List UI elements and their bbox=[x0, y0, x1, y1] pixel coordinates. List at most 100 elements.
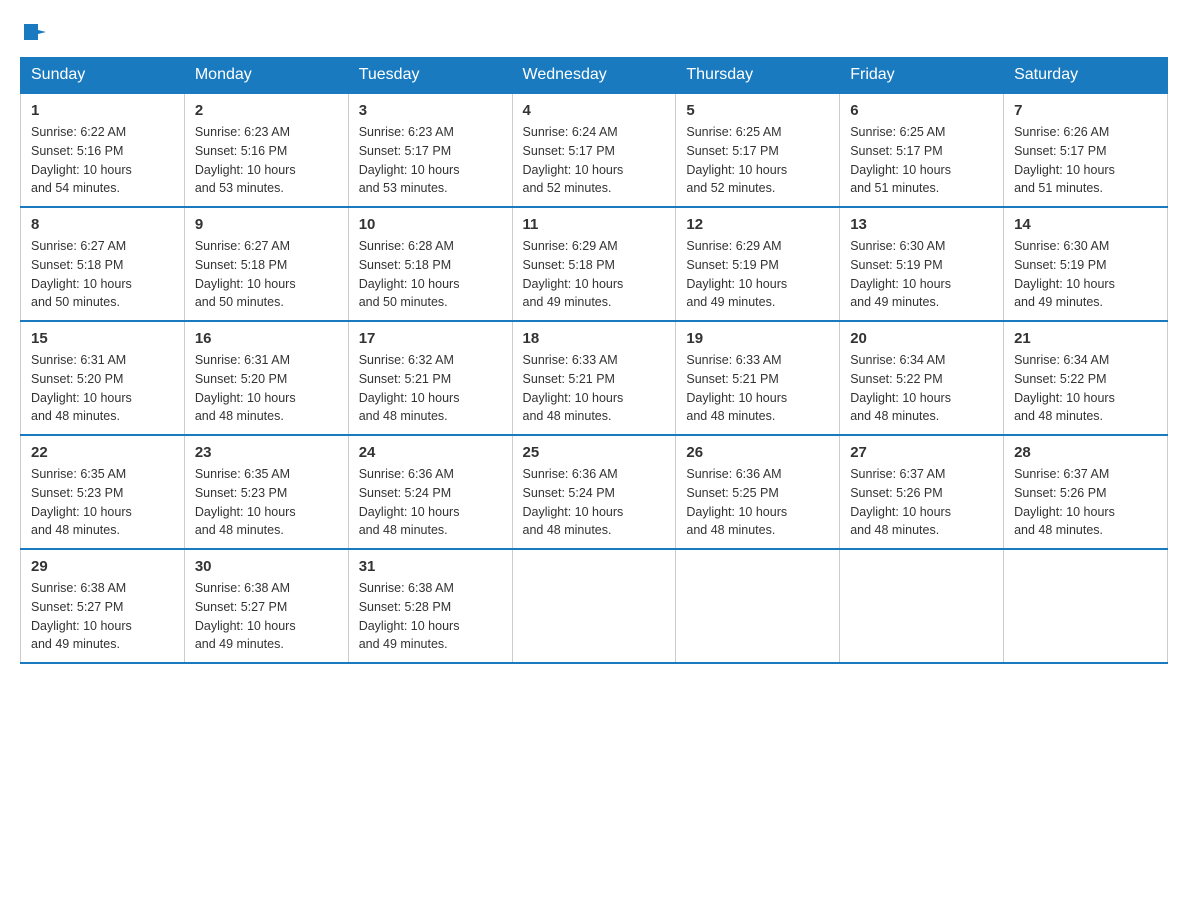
day-info: Sunrise: 6:33 AM Sunset: 5:21 PM Dayligh… bbox=[686, 351, 829, 426]
calendar-table: SundayMondayTuesdayWednesdayThursdayFrid… bbox=[20, 57, 1168, 664]
column-header-thursday: Thursday bbox=[676, 58, 840, 94]
day-info: Sunrise: 6:36 AM Sunset: 5:24 PM Dayligh… bbox=[523, 465, 666, 540]
day-number: 7 bbox=[1014, 102, 1157, 119]
day-info: Sunrise: 6:33 AM Sunset: 5:21 PM Dayligh… bbox=[523, 351, 666, 426]
calendar-cell bbox=[840, 549, 1004, 663]
day-info: Sunrise: 6:35 AM Sunset: 5:23 PM Dayligh… bbox=[31, 465, 174, 540]
calendar-cell: 25 Sunrise: 6:36 AM Sunset: 5:24 PM Dayl… bbox=[512, 435, 676, 549]
day-info: Sunrise: 6:30 AM Sunset: 5:19 PM Dayligh… bbox=[1014, 237, 1157, 312]
day-info: Sunrise: 6:29 AM Sunset: 5:19 PM Dayligh… bbox=[686, 237, 829, 312]
day-info: Sunrise: 6:35 AM Sunset: 5:23 PM Dayligh… bbox=[195, 465, 338, 540]
day-info: Sunrise: 6:29 AM Sunset: 5:18 PM Dayligh… bbox=[523, 237, 666, 312]
calendar-cell bbox=[676, 549, 840, 663]
day-info: Sunrise: 6:34 AM Sunset: 5:22 PM Dayligh… bbox=[1014, 351, 1157, 426]
day-number: 20 bbox=[850, 330, 993, 347]
calendar-cell: 8 Sunrise: 6:27 AM Sunset: 5:18 PM Dayli… bbox=[21, 207, 185, 321]
calendar-cell: 19 Sunrise: 6:33 AM Sunset: 5:21 PM Dayl… bbox=[676, 321, 840, 435]
column-header-tuesday: Tuesday bbox=[348, 58, 512, 94]
calendar-cell: 11 Sunrise: 6:29 AM Sunset: 5:18 PM Dayl… bbox=[512, 207, 676, 321]
column-header-friday: Friday bbox=[840, 58, 1004, 94]
day-number: 18 bbox=[523, 330, 666, 347]
calendar-cell: 6 Sunrise: 6:25 AM Sunset: 5:17 PM Dayli… bbox=[840, 93, 1004, 207]
calendar-cell: 7 Sunrise: 6:26 AM Sunset: 5:17 PM Dayli… bbox=[1004, 93, 1168, 207]
calendar-cell: 28 Sunrise: 6:37 AM Sunset: 5:26 PM Dayl… bbox=[1004, 435, 1168, 549]
day-number: 12 bbox=[686, 216, 829, 233]
day-info: Sunrise: 6:38 AM Sunset: 5:28 PM Dayligh… bbox=[359, 579, 502, 654]
day-number: 13 bbox=[850, 216, 993, 233]
day-number: 2 bbox=[195, 102, 338, 119]
day-number: 5 bbox=[686, 102, 829, 119]
day-number: 23 bbox=[195, 444, 338, 461]
day-number: 17 bbox=[359, 330, 502, 347]
day-info: Sunrise: 6:27 AM Sunset: 5:18 PM Dayligh… bbox=[31, 237, 174, 312]
calendar-cell: 24 Sunrise: 6:36 AM Sunset: 5:24 PM Dayl… bbox=[348, 435, 512, 549]
day-info: Sunrise: 6:25 AM Sunset: 5:17 PM Dayligh… bbox=[850, 123, 993, 198]
day-info: Sunrise: 6:38 AM Sunset: 5:27 PM Dayligh… bbox=[195, 579, 338, 654]
day-number: 30 bbox=[195, 558, 338, 575]
day-info: Sunrise: 6:22 AM Sunset: 5:16 PM Dayligh… bbox=[31, 123, 174, 198]
column-header-sunday: Sunday bbox=[21, 58, 185, 94]
column-header-monday: Monday bbox=[184, 58, 348, 94]
day-number: 22 bbox=[31, 444, 174, 461]
day-number: 27 bbox=[850, 444, 993, 461]
calendar-cell bbox=[512, 549, 676, 663]
calendar-cell: 3 Sunrise: 6:23 AM Sunset: 5:17 PM Dayli… bbox=[348, 93, 512, 207]
day-number: 6 bbox=[850, 102, 993, 119]
column-header-wednesday: Wednesday bbox=[512, 58, 676, 94]
calendar-cell: 26 Sunrise: 6:36 AM Sunset: 5:25 PM Dayl… bbox=[676, 435, 840, 549]
day-number: 11 bbox=[523, 216, 666, 233]
calendar-cell: 31 Sunrise: 6:38 AM Sunset: 5:28 PM Dayl… bbox=[348, 549, 512, 663]
day-number: 28 bbox=[1014, 444, 1157, 461]
day-info: Sunrise: 6:31 AM Sunset: 5:20 PM Dayligh… bbox=[195, 351, 338, 426]
day-number: 31 bbox=[359, 558, 502, 575]
day-number: 14 bbox=[1014, 216, 1157, 233]
calendar-week-row: 15 Sunrise: 6:31 AM Sunset: 5:20 PM Dayl… bbox=[21, 321, 1168, 435]
day-info: Sunrise: 6:30 AM Sunset: 5:19 PM Dayligh… bbox=[850, 237, 993, 312]
calendar-cell: 14 Sunrise: 6:30 AM Sunset: 5:19 PM Dayl… bbox=[1004, 207, 1168, 321]
day-info: Sunrise: 6:25 AM Sunset: 5:17 PM Dayligh… bbox=[686, 123, 829, 198]
day-number: 19 bbox=[686, 330, 829, 347]
calendar-cell: 12 Sunrise: 6:29 AM Sunset: 5:19 PM Dayl… bbox=[676, 207, 840, 321]
calendar-week-row: 22 Sunrise: 6:35 AM Sunset: 5:23 PM Dayl… bbox=[21, 435, 1168, 549]
calendar-week-row: 29 Sunrise: 6:38 AM Sunset: 5:27 PM Dayl… bbox=[21, 549, 1168, 663]
calendar-cell bbox=[1004, 549, 1168, 663]
day-info: Sunrise: 6:38 AM Sunset: 5:27 PM Dayligh… bbox=[31, 579, 174, 654]
day-info: Sunrise: 6:24 AM Sunset: 5:17 PM Dayligh… bbox=[523, 123, 666, 198]
day-number: 15 bbox=[31, 330, 174, 347]
day-info: Sunrise: 6:23 AM Sunset: 5:16 PM Dayligh… bbox=[195, 123, 338, 198]
day-number: 25 bbox=[523, 444, 666, 461]
day-info: Sunrise: 6:34 AM Sunset: 5:22 PM Dayligh… bbox=[850, 351, 993, 426]
calendar-cell: 5 Sunrise: 6:25 AM Sunset: 5:17 PM Dayli… bbox=[676, 93, 840, 207]
day-number: 1 bbox=[31, 102, 174, 119]
calendar-cell: 17 Sunrise: 6:32 AM Sunset: 5:21 PM Dayl… bbox=[348, 321, 512, 435]
day-info: Sunrise: 6:23 AM Sunset: 5:17 PM Dayligh… bbox=[359, 123, 502, 198]
day-number: 16 bbox=[195, 330, 338, 347]
calendar-cell: 22 Sunrise: 6:35 AM Sunset: 5:23 PM Dayl… bbox=[21, 435, 185, 549]
calendar-cell: 29 Sunrise: 6:38 AM Sunset: 5:27 PM Dayl… bbox=[21, 549, 185, 663]
calendar-cell: 15 Sunrise: 6:31 AM Sunset: 5:20 PM Dayl… bbox=[21, 321, 185, 435]
calendar-cell: 30 Sunrise: 6:38 AM Sunset: 5:27 PM Dayl… bbox=[184, 549, 348, 663]
calendar-cell: 2 Sunrise: 6:23 AM Sunset: 5:16 PM Dayli… bbox=[184, 93, 348, 207]
day-info: Sunrise: 6:31 AM Sunset: 5:20 PM Dayligh… bbox=[31, 351, 174, 426]
day-number: 26 bbox=[686, 444, 829, 461]
day-info: Sunrise: 6:37 AM Sunset: 5:26 PM Dayligh… bbox=[850, 465, 993, 540]
day-number: 10 bbox=[359, 216, 502, 233]
calendar-week-row: 8 Sunrise: 6:27 AM Sunset: 5:18 PM Dayli… bbox=[21, 207, 1168, 321]
calendar-cell: 20 Sunrise: 6:34 AM Sunset: 5:22 PM Dayl… bbox=[840, 321, 1004, 435]
day-info: Sunrise: 6:26 AM Sunset: 5:17 PM Dayligh… bbox=[1014, 123, 1157, 198]
calendar-cell: 21 Sunrise: 6:34 AM Sunset: 5:22 PM Dayl… bbox=[1004, 321, 1168, 435]
day-number: 3 bbox=[359, 102, 502, 119]
calendar-cell: 23 Sunrise: 6:35 AM Sunset: 5:23 PM Dayl… bbox=[184, 435, 348, 549]
day-info: Sunrise: 6:37 AM Sunset: 5:26 PM Dayligh… bbox=[1014, 465, 1157, 540]
day-info: Sunrise: 6:36 AM Sunset: 5:25 PM Dayligh… bbox=[686, 465, 829, 540]
logo-arrow-icon bbox=[24, 22, 46, 42]
day-number: 9 bbox=[195, 216, 338, 233]
day-info: Sunrise: 6:28 AM Sunset: 5:18 PM Dayligh… bbox=[359, 237, 502, 312]
logo bbox=[20, 20, 46, 41]
calendar-week-row: 1 Sunrise: 6:22 AM Sunset: 5:16 PM Dayli… bbox=[21, 93, 1168, 207]
calendar-header-row: SundayMondayTuesdayWednesdayThursdayFrid… bbox=[21, 58, 1168, 94]
calendar-cell: 4 Sunrise: 6:24 AM Sunset: 5:17 PM Dayli… bbox=[512, 93, 676, 207]
day-number: 4 bbox=[523, 102, 666, 119]
calendar-cell: 18 Sunrise: 6:33 AM Sunset: 5:21 PM Dayl… bbox=[512, 321, 676, 435]
day-info: Sunrise: 6:36 AM Sunset: 5:24 PM Dayligh… bbox=[359, 465, 502, 540]
